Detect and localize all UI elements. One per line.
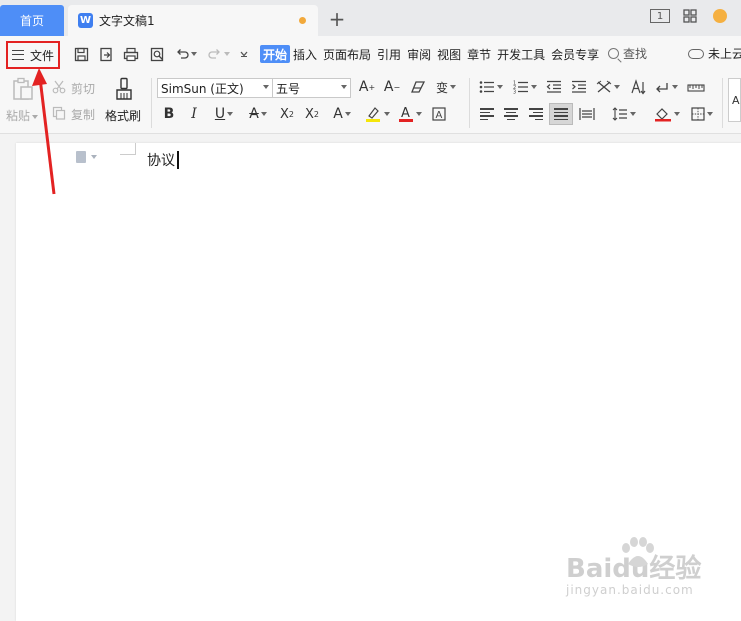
shading-icon[interactable] <box>652 104 682 124</box>
wps-writer-icon: W <box>78 13 93 28</box>
customize-icon[interactable] <box>235 45 253 63</box>
sort-icon[interactable] <box>628 77 648 97</box>
ribbon-tabs: 开始 插入 页面布局 引用 审阅 视图 章节 开发工具 会员专享 <box>260 45 602 63</box>
font-name-value: SimSun (正文) <box>161 81 244 96</box>
line-spacing-icon[interactable] <box>610 104 638 124</box>
highlight-color-icon[interactable] <box>362 104 392 124</box>
file-menu-button[interactable]: 文件 <box>6 41 60 69</box>
paw-logo-icon <box>622 537 654 567</box>
unsaved-dot-icon <box>299 17 306 24</box>
layout-1-icon[interactable]: 1 <box>649 7 671 25</box>
tab-member[interactable]: 会员专享 <box>548 45 602 63</box>
strikethrough-icon[interactable]: A <box>244 104 272 124</box>
distribute-icon[interactable] <box>577 104 597 124</box>
print-icon[interactable] <box>122 45 140 63</box>
cut-button[interactable]: 剪切 <box>71 80 95 97</box>
font-name-select[interactable]: SimSun (正文) <box>157 78 273 98</box>
print-preview-icon[interactable] <box>148 45 166 63</box>
underline-icon[interactable]: U <box>209 104 239 124</box>
font-size-select[interactable]: 五号 <box>272 78 351 98</box>
phonetic-guide-icon[interactable]: 变 <box>432 77 460 97</box>
new-tab-button[interactable]: + <box>326 7 348 31</box>
baidu-watermark: Baidu经验 jingyan.baidu.com <box>566 537 701 597</box>
tab-home[interactable]: 开始 <box>260 45 291 63</box>
menu-row: 文件 开始 插入 页面布局 引用 审阅 视图 章节 开发工具 会员专享 查找 未… <box>0 36 741 72</box>
home-tab[interactable]: 首页 <box>0 5 64 36</box>
ribbon-toolbar: 粘贴 剪切 复制 格式刷 SimSun (正文) 五号 A + A − 变 B I … <box>0 72 741 134</box>
tab-page-layout[interactable]: 页面布局 <box>320 45 374 63</box>
document-body[interactable]: 协议 <box>147 150 179 170</box>
grow-font-icon[interactable]: A + <box>357 77 377 97</box>
save-icon[interactable] <box>72 45 90 63</box>
align-right-icon[interactable] <box>525 104 547 124</box>
layout-badge: 1 <box>650 9 670 23</box>
ruler-icon[interactable] <box>686 77 706 97</box>
page-margin-marker <box>120 143 136 155</box>
svg-text:3: 3 <box>513 90 516 95</box>
separator <box>722 78 723 128</box>
decrease-indent-icon[interactable] <box>544 77 564 97</box>
copy-icon[interactable] <box>51 105 67 121</box>
cut-icon[interactable] <box>51 79 67 95</box>
increase-indent-icon[interactable] <box>569 77 589 97</box>
chinese-layout-icon[interactable] <box>594 77 622 97</box>
cloud-status-button[interactable]: 未上云 <box>688 45 741 62</box>
copy-button[interactable]: 复制 <box>71 106 95 123</box>
cloud-status-label: 未上云 <box>708 47 741 61</box>
watermark-url-text: jingyan.baidu.com <box>566 583 694 597</box>
justify-icon[interactable] <box>549 103 573 125</box>
superscript-icon[interactable]: X2 <box>277 104 297 124</box>
svg-text:A: A <box>436 110 443 121</box>
search-button[interactable]: 查找 <box>608 45 647 62</box>
shrink-font-icon[interactable]: A − <box>382 77 402 97</box>
file-menu-label: 文件 <box>29 48 54 63</box>
tab-references[interactable]: 引用 <box>374 45 404 63</box>
svg-text:A: A <box>401 106 410 121</box>
search-label: 查找 <box>623 47 648 61</box>
grid-icon[interactable] <box>679 7 701 25</box>
font-size-value: 五号 <box>276 81 301 96</box>
undo-icon[interactable] <box>173 45 199 63</box>
document-text: 协议 <box>147 153 175 169</box>
bold-icon[interactable]: B <box>160 104 178 124</box>
tab-section[interactable]: 章节 <box>464 45 494 63</box>
italic-icon[interactable]: I <box>185 104 203 124</box>
tab-insert[interactable]: 插入 <box>290 45 320 63</box>
search-icon <box>608 48 619 59</box>
separator <box>151 78 152 128</box>
document-tab-title: 文字文稿1 <box>99 14 155 28</box>
subscript-icon[interactable]: X2 <box>302 104 322 124</box>
hamburger-icon <box>11 50 24 60</box>
paste-label: 粘贴 <box>6 109 31 123</box>
format-painter-button[interactable]: 格式刷 <box>105 107 141 124</box>
text-effect-icon[interactable]: A <box>328 104 356 124</box>
avatar-icon[interactable] <box>709 7 731 25</box>
text-caret <box>177 151 179 169</box>
tab-view[interactable]: 视图 <box>434 45 464 63</box>
borders-icon[interactable] <box>688 104 716 124</box>
styles-gallery[interactable]: A <box>728 78 741 122</box>
align-center-icon[interactable] <box>500 104 522 124</box>
font-color-icon[interactable]: A <box>396 104 424 124</box>
tab-developer[interactable]: 开发工具 <box>494 45 548 63</box>
document-tab[interactable]: W 文字文稿1 <box>68 5 318 36</box>
document-nav-icon[interactable] <box>76 151 97 163</box>
paste-icon[interactable] <box>10 76 36 102</box>
format-painter-icon[interactable] <box>112 76 136 102</box>
paste-button[interactable]: 粘贴 <box>6 107 39 124</box>
char-border-icon[interactable]: A <box>430 104 448 124</box>
separator <box>469 78 470 128</box>
tab-bar: 首页 W 文字文稿1 + 1 <box>0 0 741 36</box>
clear-format-icon[interactable] <box>408 77 428 97</box>
styles-gallery-label: A <box>732 93 740 107</box>
align-left-icon[interactable] <box>476 104 498 124</box>
tab-review[interactable]: 审阅 <box>404 45 434 63</box>
export-pdf-icon[interactable] <box>97 45 115 63</box>
cloud-icon <box>688 48 704 59</box>
window-controls: 1 <box>649 7 731 25</box>
show-hide-marks-icon[interactable] <box>652 77 680 97</box>
numbered-list-icon[interactable]: 123 <box>511 77 539 97</box>
redo-icon[interactable] <box>206 45 232 63</box>
bullet-list-icon[interactable] <box>477 77 505 97</box>
